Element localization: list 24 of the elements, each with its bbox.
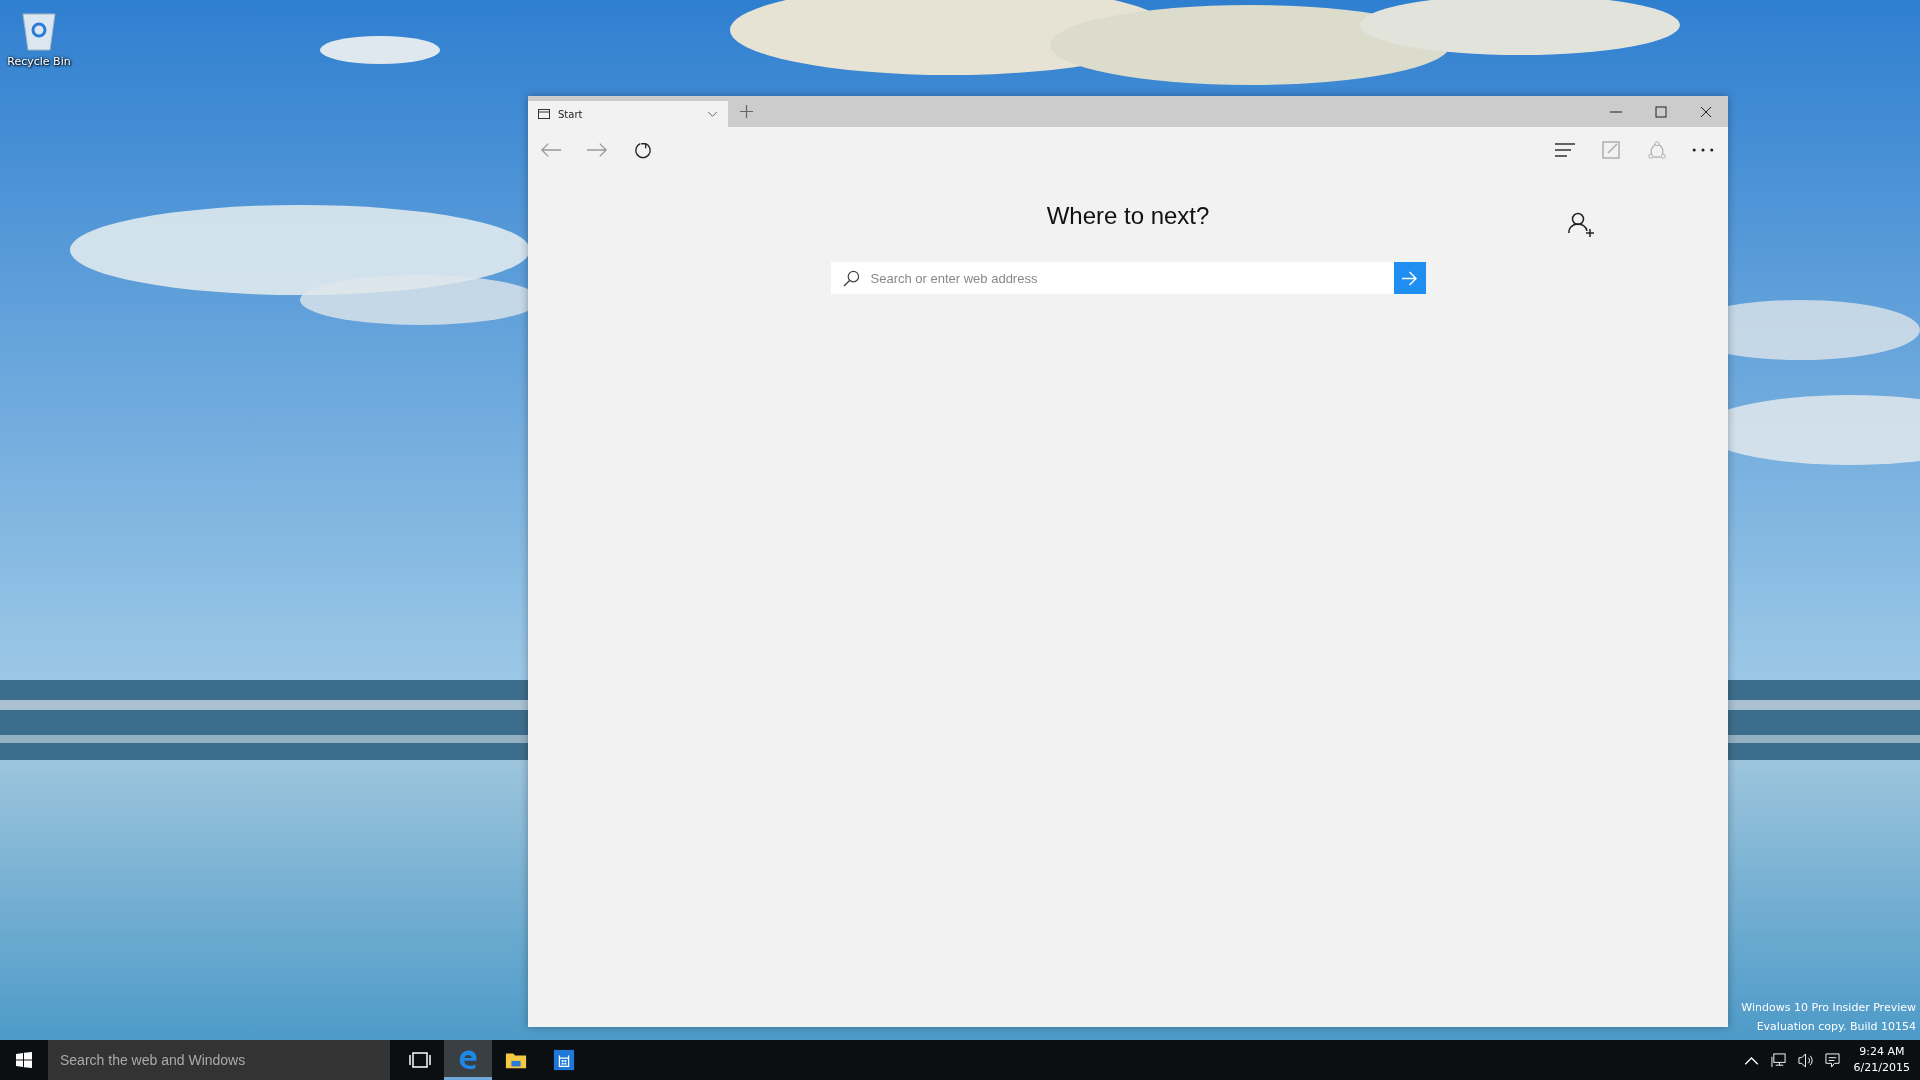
address-search-field[interactable]: Search or enter web address: [830, 262, 1394, 294]
task-view-icon: [409, 1049, 431, 1071]
watermark-text: Evaluation copy. Build 10154: [1756, 1019, 1916, 1035]
clock[interactable]: 9:24 AM 6/21/2015: [1853, 1044, 1910, 1076]
new-tab-icon[interactable]: [740, 105, 753, 118]
arrow-right-icon: [1401, 270, 1418, 286]
notification-icon[interactable]: [1824, 1052, 1840, 1068]
refresh-icon[interactable]: [632, 140, 654, 159]
browser-tab[interactable]: Start: [528, 101, 728, 127]
page-icon: [538, 109, 550, 119]
maximize-icon[interactable]: [1655, 106, 1667, 118]
page-heading: Where to next?: [1046, 202, 1210, 230]
network-icon[interactable]: [1770, 1052, 1786, 1068]
watermark-text: Windows 10 Pro Insider Preview: [1741, 1000, 1916, 1016]
chevron-down-icon[interactable]: [707, 110, 718, 118]
windows-start-icon[interactable]: [16, 1052, 32, 1068]
desktop-icon-label[interactable]: Recycle Bin: [7, 55, 71, 68]
close-icon[interactable]: [1700, 106, 1712, 118]
search-icon: [842, 270, 860, 287]
hub-icon[interactable]: [1554, 140, 1576, 159]
add-person-icon[interactable]: [1568, 212, 1594, 238]
go-button[interactable]: [1393, 262, 1426, 294]
taskbar-search-field[interactable]: Search the web and Windows: [48, 1040, 390, 1080]
volume-icon[interactable]: [1797, 1052, 1813, 1068]
